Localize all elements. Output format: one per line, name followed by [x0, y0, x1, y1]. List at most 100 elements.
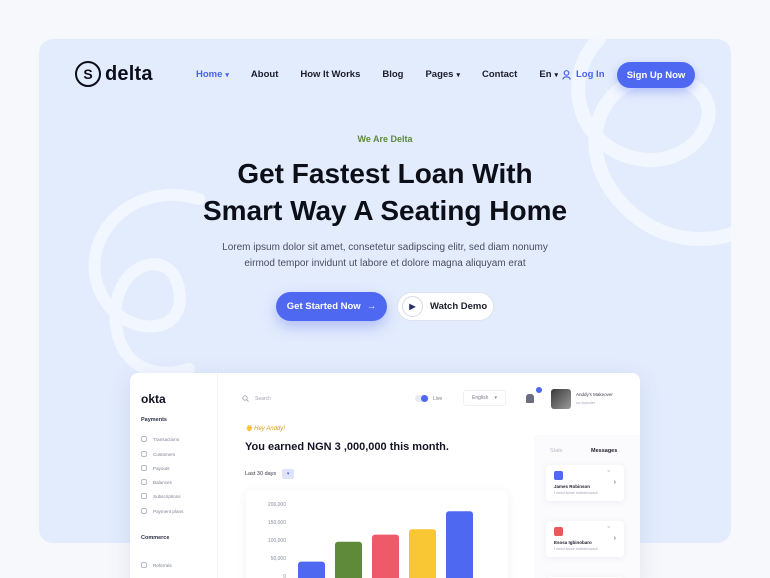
message-preview: I need some maintenance [554, 491, 598, 495]
nav-item-how-it-works[interactable]: How It Works [300, 69, 360, 80]
balances-icon [141, 479, 147, 485]
sidebar-item-payment-plans[interactable]: Payment plans [141, 508, 183, 514]
get-started-button[interactable]: Get Started Now → [276, 292, 387, 321]
chart-bar[interactable] [446, 511, 473, 578]
sidebar-item-balances[interactable]: Balances [141, 479, 172, 485]
nav-item-home[interactable]: Home ▾ [196, 69, 229, 80]
live-toggle[interactable]: Live [415, 395, 442, 402]
chart-bar[interactable] [298, 561, 325, 578]
sidebar-item-subscriptions[interactable]: Subscriptions [141, 493, 181, 499]
payouts-icon [141, 465, 147, 471]
signup-button[interactable]: Sign Up Now [617, 62, 695, 88]
main-menu: Home ▾ About How It Works Blog Pages ▾ Con… [196, 69, 580, 80]
sidebar-section-commerce[interactable]: Commerce [141, 535, 169, 541]
earnings-summary: You earned NGN 3 ,000,000 this month. [245, 441, 449, 453]
tab-messages[interactable]: Messages [591, 448, 617, 454]
sidebar-item-payouts[interactable]: Payouts [141, 465, 170, 471]
brand-name: delta [105, 62, 153, 85]
y-tick-label: 0 [283, 574, 286, 578]
date-range-selector[interactable]: Last 30 days ▾ [245, 469, 295, 479]
tab-stats[interactable]: Stats [550, 448, 563, 454]
subscriptions-icon [141, 493, 147, 499]
nav-label: Blog [382, 69, 404, 80]
sidebar-label: Subscriptions [153, 493, 181, 499]
chevron-down-icon: ▾ [494, 395, 497, 401]
chevron-down-icon: ▾ [282, 469, 295, 479]
sidebar-label: Customers [153, 451, 176, 457]
toggle-switch [415, 395, 429, 402]
language-label: English [472, 395, 489, 401]
bell-icon[interactable] [526, 394, 534, 403]
message-preview: I need some maintenance [554, 547, 598, 551]
login-link[interactable]: Log In [562, 69, 605, 80]
nav-label: Pages [425, 69, 454, 80]
demo-label: Watch Demo [430, 301, 488, 312]
sidebar-label: Payouts [153, 465, 170, 471]
greeting-text: 👋 Hey Anddy! [245, 426, 285, 432]
nav-item-about[interactable]: About [251, 69, 278, 80]
play-icon: ▶ [402, 296, 423, 317]
arrow-right-icon: → [366, 301, 377, 312]
watch-demo-button[interactable]: ▶ Watch Demo [397, 292, 494, 321]
brand-logo[interactable]: S delta [75, 61, 153, 87]
user-role: co-founder [576, 400, 596, 405]
y-tick-label: 150,000 [268, 520, 286, 526]
y-tick-label: 50,000 [271, 556, 287, 562]
y-tick-label: 100,000 [268, 538, 286, 544]
language-dropdown[interactable]: English ▾ [463, 390, 506, 406]
notification-dot [536, 387, 542, 393]
chart-bar[interactable] [372, 534, 399, 578]
chevron-down-icon: ▾ [456, 71, 460, 79]
range-label: Last 30 days [245, 471, 277, 477]
referrals-icon [141, 562, 147, 568]
dashboard-preview: okta Payments Transactions Customers Pay… [130, 373, 640, 578]
search-placeholder: Search [255, 395, 271, 402]
nav-item-blog[interactable]: Blog [382, 69, 403, 80]
chart-bar[interactable] [335, 541, 362, 578]
payment-plans-icon [141, 508, 147, 514]
chevron-right-icon[interactable]: › [614, 479, 616, 486]
hero-description: Lorem ipsum dolor sit amet, consetetur s… [189, 240, 581, 272]
chevron-right-icon[interactable]: › [614, 535, 616, 542]
cta-label: Get Started Now [286, 301, 361, 312]
nav-item-contact[interactable]: Contact [482, 69, 517, 80]
transactions-icon [141, 436, 147, 442]
avatar[interactable] [551, 389, 571, 409]
okta-logo: okta [141, 392, 166, 406]
description-line: eirmod tempor invidunt ut labore et dolo… [244, 258, 526, 269]
search-icon [242, 395, 249, 402]
sidebar-label: Balances [153, 479, 172, 485]
nav-item-pages[interactable]: Pages ▾ [425, 69, 460, 80]
language-selector[interactable]: En ▾ [539, 69, 558, 80]
close-icon[interactable]: × [607, 469, 610, 475]
message-avatar [554, 527, 563, 536]
top-nav: S delta Home ▾ About How It Works Blog Pa… [39, 39, 731, 111]
chart-bar[interactable] [409, 529, 436, 578]
dashboard-search[interactable]: Search [242, 395, 271, 402]
sidebar-label: Transactions [153, 436, 180, 442]
hero-eyebrow: We Are Delta [357, 134, 413, 144]
nav-label: About [250, 69, 279, 80]
sidebar-label: Referrals [153, 562, 172, 568]
nav-label: En [539, 69, 552, 80]
message-avatar [554, 471, 563, 480]
sidebar-item-customers[interactable]: Customers [141, 451, 175, 457]
nav-label: Home [196, 69, 223, 80]
sidebar-section-payments[interactable]: Payments [141, 417, 167, 423]
message-card[interactable]: × James Robinson I need some maintenance… [546, 465, 624, 501]
y-tick-label: 200,000 [268, 502, 286, 508]
user-name: Anddy's Makeover [576, 392, 613, 397]
login-label: Log In [576, 69, 605, 80]
headline-line: Smart Way A Seating Home [202, 195, 568, 226]
chevron-down-icon: ▾ [554, 71, 559, 79]
close-icon[interactable]: × [607, 525, 610, 531]
chevron-down-icon: ▾ [225, 71, 229, 79]
customers-icon [141, 451, 147, 457]
user-icon [562, 69, 571, 80]
sidebar-item-transactions[interactable]: Transactions [141, 436, 179, 442]
delta-logo-icon: S [75, 61, 101, 87]
message-sender: Esosa Igbinobaro [554, 540, 592, 545]
sidebar-item-referrals[interactable]: Referrals [141, 562, 172, 568]
messages-panel: Stats Messages × James Robinson I need s… [534, 435, 640, 578]
message-card[interactable]: × Esosa Igbinobaro I need some maintenan… [546, 521, 624, 557]
